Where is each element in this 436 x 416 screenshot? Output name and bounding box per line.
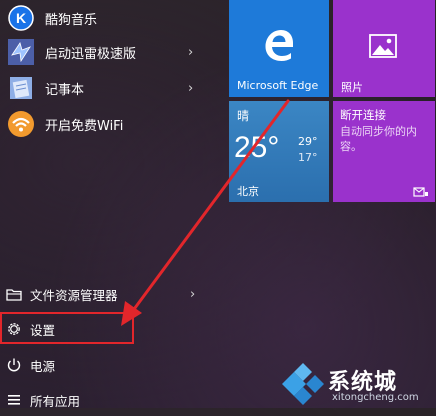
weather-high: 29°	[298, 135, 318, 148]
watermark: 系统城 xitongcheng.com	[280, 355, 436, 408]
app-item-kugou[interactable]: K 酷狗音乐	[0, 0, 226, 36]
weather-temperature: 25°	[234, 131, 280, 164]
app-label: 记事本	[45, 82, 85, 98]
xunlei-icon	[6, 37, 36, 67]
app-item-notepad[interactable]: 记事本 ›	[0, 70, 226, 106]
menu-item-file-explorer[interactable]: 文件资源管理器 ›	[0, 278, 226, 310]
menu-label: 文件资源管理器	[30, 287, 118, 303]
weather-low: 17°	[298, 151, 318, 164]
app-item-xunlei[interactable]: 启动迅雷极速版 ›	[0, 34, 226, 70]
mail-title: 断开连接	[340, 108, 386, 122]
file-explorer-icon	[5, 285, 23, 303]
windows-logo-icon	[282, 363, 324, 405]
wifi-icon	[6, 109, 36, 139]
notepad-icon	[6, 73, 36, 103]
menu-label: 电源	[30, 358, 56, 374]
app-label: 酷狗音乐	[45, 12, 98, 28]
photo-icon	[369, 34, 397, 62]
app-label: 启动迅雷极速版	[45, 46, 137, 62]
mail-icon	[413, 183, 429, 202]
highlight-box	[0, 312, 134, 344]
chevron-right-icon[interactable]: ›	[188, 45, 193, 60]
chevron-right-icon[interactable]: ›	[188, 81, 193, 96]
tile-mail[interactable]: 断开连接 自动同步你的内容。	[333, 101, 435, 202]
tile-microsoft-edge[interactable]: Microsoft Edge	[229, 0, 329, 97]
menu-item-all-apps[interactable]: 所有应用	[0, 384, 226, 416]
mail-message: 自动同步你的内容。	[340, 125, 417, 153]
watermark-url: xitongcheng.com	[332, 392, 419, 403]
weather-condition: 晴	[237, 109, 250, 123]
tile-photos[interactable]: 照片	[333, 0, 435, 97]
tile-weather[interactable]: 晴 25° 29° 17° 北京	[229, 101, 329, 202]
tile-label: 照片	[341, 81, 363, 94]
chevron-right-icon[interactable]: ›	[190, 287, 195, 302]
menu-item-power[interactable]: 电源	[0, 349, 226, 381]
tile-label: Microsoft Edge	[237, 79, 319, 92]
svg-text:K: K	[16, 10, 26, 26]
power-icon	[5, 356, 23, 374]
weather-city: 北京	[237, 185, 259, 198]
all-apps-icon	[5, 391, 23, 409]
edge-icon	[262, 28, 296, 66]
kugou-music-icon: K	[6, 3, 36, 33]
menu-label: 所有应用	[30, 393, 81, 409]
app-item-free-wifi[interactable]: 开启免费WiFi	[0, 106, 226, 142]
app-label: 开启免费WiFi	[45, 118, 124, 134]
